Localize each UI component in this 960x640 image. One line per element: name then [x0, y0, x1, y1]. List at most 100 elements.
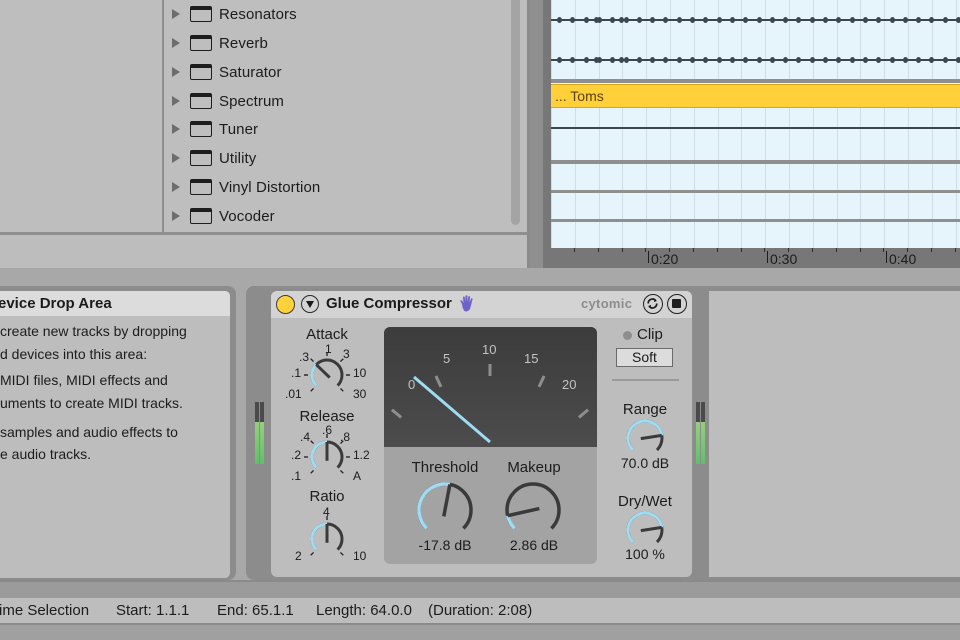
arrangement-view[interactable]: ... Toms [551, 0, 960, 248]
expand-arrow-icon[interactable] [172, 124, 180, 134]
automation-breakpoint[interactable] [690, 17, 695, 23]
automation-breakpoint[interactable] [624, 17, 629, 23]
automation-breakpoint[interactable] [770, 17, 775, 23]
soft-clip-toggle[interactable]: Soft [616, 348, 673, 367]
automation-breakpoint[interactable] [823, 17, 828, 23]
automation-breakpoint[interactable] [624, 57, 629, 63]
automation-breakpoint[interactable] [876, 17, 881, 23]
automation-breakpoint[interactable] [757, 57, 762, 63]
automation-breakpoint[interactable] [730, 17, 735, 23]
automation-breakpoint[interactable] [594, 17, 599, 23]
automation-breakpoint[interactable] [823, 57, 828, 63]
automation-breakpoint[interactable] [743, 17, 748, 23]
automation-line[interactable] [551, 57, 960, 63]
automation-breakpoint[interactable] [890, 57, 895, 63]
fold-toggle-icon[interactable] [301, 295, 319, 313]
automation-breakpoint[interactable] [663, 57, 668, 63]
expand-arrow-icon[interactable] [172, 211, 180, 221]
automation-breakpoint[interactable] [637, 17, 642, 23]
device-drop-area[interactable]: evice Drop Area create new tracks by dro… [0, 291, 230, 578]
automation-breakpoint[interactable] [743, 57, 748, 63]
automation-breakpoint[interactable] [836, 17, 841, 23]
threshold-value[interactable]: -17.8 dB [400, 537, 490, 553]
device-title-bar[interactable]: Glue Compressor cytomic [271, 291, 692, 318]
automation-breakpoint[interactable] [557, 57, 562, 63]
browser-item-reverb[interactable]: Reverb [172, 29, 268, 57]
browser-item-vocoder[interactable]: Vocoder [172, 202, 275, 230]
hot-swap-icon[interactable] [643, 294, 663, 314]
expand-arrow-icon[interactable] [172, 153, 180, 163]
automation-breakpoint[interactable] [570, 17, 575, 23]
automation-breakpoint[interactable] [610, 17, 615, 23]
automation-breakpoint[interactable] [916, 57, 921, 63]
range-value[interactable]: 70.0 dB [609, 455, 681, 471]
automation-breakpoint[interactable] [810, 17, 815, 23]
automation-breakpoint[interactable] [943, 17, 948, 23]
automation-breakpoint[interactable] [863, 57, 868, 63]
automation-breakpoint[interactable] [796, 17, 801, 23]
browser-item-spectrum[interactable]: Spectrum [172, 87, 284, 115]
automation-breakpoint[interactable] [584, 17, 589, 23]
automation-breakpoint[interactable] [650, 17, 655, 23]
automation-breakpoint[interactable] [619, 57, 624, 63]
range-knob[interactable] [621, 418, 669, 458]
automation-breakpoint[interactable] [757, 17, 762, 23]
automation-breakpoint[interactable] [677, 17, 682, 23]
browser-item-tuner[interactable]: Tuner [172, 115, 258, 143]
automation-breakpoint[interactable] [703, 57, 708, 63]
automation-line[interactable] [551, 17, 960, 23]
automation-breakpoint[interactable] [903, 57, 908, 63]
automation-breakpoint[interactable] [677, 57, 682, 63]
automation-breakpoint[interactable] [850, 17, 855, 23]
automation-breakpoint[interactable] [690, 57, 695, 63]
expand-arrow-icon[interactable] [172, 67, 180, 77]
automation-breakpoint[interactable] [770, 57, 775, 63]
browser-item-vinyl-distortion[interactable]: Vinyl Distortion [172, 173, 320, 201]
automation-breakpoint[interactable] [836, 57, 841, 63]
automation-breakpoint[interactable] [863, 17, 868, 23]
automation-breakpoint[interactable] [730, 57, 735, 63]
makeup-value[interactable]: 2.86 dB [496, 537, 572, 553]
automation-breakpoint[interactable] [956, 57, 960, 63]
automation-breakpoint[interactable] [810, 57, 815, 63]
automation-breakpoint[interactable] [650, 57, 655, 63]
clip-toms[interactable]: ... Toms [551, 84, 960, 108]
empty-chain-area[interactable] [709, 291, 960, 577]
device-power-button[interactable] [276, 295, 295, 314]
automation-breakpoint[interactable] [663, 17, 668, 23]
automation-breakpoint[interactable] [570, 57, 575, 63]
save-preset-icon[interactable] [667, 294, 687, 314]
automation-breakpoint[interactable] [956, 17, 960, 23]
automation-breakpoint[interactable] [929, 57, 934, 63]
automation-breakpoint[interactable] [584, 57, 589, 63]
automation-breakpoint[interactable] [783, 57, 788, 63]
automation-breakpoint[interactable] [903, 17, 908, 23]
browser-item-saturator[interactable]: Saturator [172, 58, 282, 86]
hand-icon[interactable] [459, 295, 475, 313]
automation-breakpoint[interactable] [557, 17, 562, 23]
automation-breakpoint[interactable] [796, 57, 801, 63]
automation-breakpoint[interactable] [783, 17, 788, 23]
automation-breakpoint[interactable] [610, 57, 615, 63]
browser-item-utility[interactable]: Utility [172, 144, 256, 172]
expand-arrow-icon[interactable] [172, 96, 180, 106]
threshold-knob[interactable] [408, 477, 482, 541]
automation-breakpoint[interactable] [890, 17, 895, 23]
automation-breakpoint[interactable] [637, 57, 642, 63]
browser-scrollbar[interactable] [511, 0, 520, 225]
automation-breakpoint[interactable] [619, 17, 624, 23]
automation-breakpoint[interactable] [876, 57, 881, 63]
automation-breakpoint[interactable] [717, 57, 722, 63]
automation-breakpoint[interactable] [916, 17, 921, 23]
browser-item-resonators[interactable]: Resonators [172, 0, 297, 28]
automation-breakpoint[interactable] [943, 57, 948, 63]
automation-breakpoint[interactable] [594, 57, 599, 63]
expand-arrow-icon[interactable] [172, 182, 180, 192]
automation-breakpoint[interactable] [703, 17, 708, 23]
automation-breakpoint[interactable] [850, 57, 855, 63]
expand-arrow-icon[interactable] [172, 38, 180, 48]
makeup-knob[interactable] [496, 477, 570, 541]
expand-arrow-icon[interactable] [172, 9, 180, 19]
automation-breakpoint[interactable] [929, 17, 934, 23]
dry-wet-knob[interactable] [621, 510, 669, 550]
